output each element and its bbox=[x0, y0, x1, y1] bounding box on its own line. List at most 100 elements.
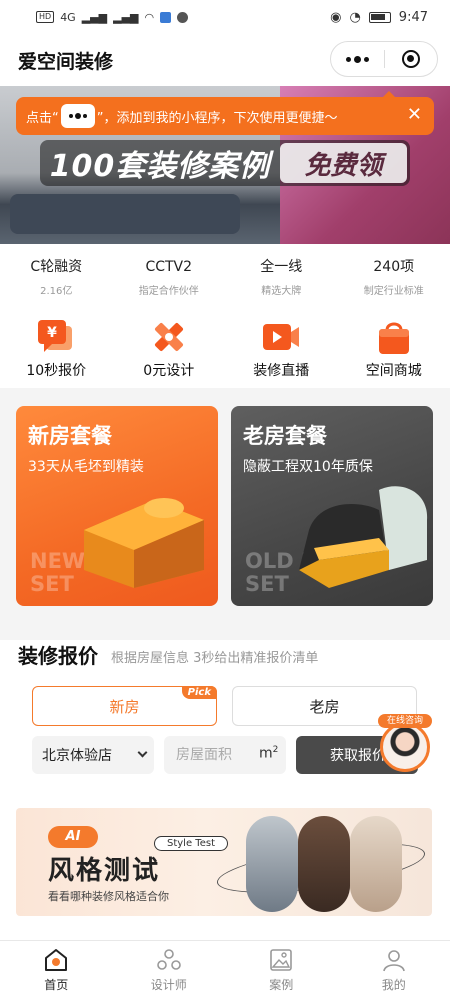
signal-icon: ▂▄▆ bbox=[81, 10, 108, 24]
banner-sofa-shape bbox=[10, 194, 240, 234]
shopping-bag-icon bbox=[378, 322, 409, 354]
tip-text-before: 点击“ bbox=[26, 110, 59, 126]
quick-item-mall[interactable]: 空间商城 bbox=[338, 318, 450, 382]
online-consult-button[interactable]: 在线咨询 bbox=[378, 714, 432, 776]
banner-headline-left: 100套装修案例 bbox=[49, 149, 271, 184]
ai-style-test-banner[interactable]: AI 风格测试 看看哪种装修风格适合你 Style Test bbox=[16, 808, 432, 916]
tip-more-icon bbox=[60, 104, 95, 128]
stat-item: CCTV2 指定合作伙伴 bbox=[113, 256, 226, 306]
tab-cases[interactable]: 案例 bbox=[225, 941, 338, 1000]
status-left: HD 4G ▂▄▆ ▂▄▆ ◠ bbox=[36, 10, 189, 24]
tip-text-after: ”，添加到我的小程序，下次使用更便捷～ bbox=[96, 110, 338, 126]
card-title: 新房套餐 bbox=[28, 424, 112, 448]
card-title: 老房套餐 bbox=[243, 424, 327, 448]
old-house-package-card[interactable]: 老房套餐 隐蔽工程双10年质保 OLD HOUSE SET bbox=[231, 406, 433, 606]
tab-label: 我的 bbox=[381, 978, 406, 992]
svg-text:¥: ¥ bbox=[47, 325, 57, 341]
close-miniprogram-button[interactable] bbox=[385, 42, 437, 76]
style-photo bbox=[246, 816, 298, 912]
stat-label: 精选大牌 bbox=[261, 286, 302, 297]
style-photo bbox=[350, 816, 402, 912]
unit-text: m bbox=[259, 745, 273, 762]
stat-item: 全一线 精选大牌 bbox=[225, 256, 338, 306]
home-icon bbox=[45, 949, 68, 971]
signal-label: 4G bbox=[60, 10, 76, 24]
banner-headline-right: 免费领 bbox=[280, 143, 407, 183]
tab-label: 老房 bbox=[309, 697, 340, 716]
page-title: 爱空间装修 bbox=[18, 50, 114, 73]
app-notification-icon bbox=[160, 11, 172, 23]
more-dots-icon bbox=[346, 56, 351, 62]
stat-value: CCTV2 bbox=[145, 259, 193, 275]
status-bar: HD 4G ▂▄▆ ▂▄▆ ◠ ◉ ◔ 9:47 bbox=[0, 0, 450, 34]
quick-label: 0元设计 bbox=[143, 363, 195, 379]
tip-close-icon[interactable]: ✕ bbox=[407, 106, 422, 124]
pick-badge: Pick bbox=[181, 686, 217, 699]
tab-profile[interactable]: 我的 bbox=[338, 941, 450, 1000]
profile-icon bbox=[382, 950, 405, 972]
mini-program-capsule bbox=[330, 41, 438, 77]
cases-icon bbox=[270, 949, 293, 971]
tab-label: 首页 bbox=[44, 978, 69, 992]
stat-label: 指定合作伙伴 bbox=[138, 286, 199, 297]
tab-home[interactable]: 首页 bbox=[0, 941, 113, 1000]
more-button[interactable] bbox=[331, 42, 384, 76]
consult-label: 在线咨询 bbox=[378, 714, 432, 728]
more-dots-icon bbox=[354, 55, 361, 63]
banner-headline: 100套装修案例 免费领 bbox=[40, 140, 410, 186]
quote-section-title: 装修报价 bbox=[18, 644, 98, 668]
battery-icon bbox=[368, 11, 391, 23]
ai-banner-title: 风格测试 bbox=[48, 856, 161, 886]
bottom-tab-bar: 首页 设计师 案例 我的 bbox=[0, 940, 450, 1000]
new-house-package-card[interactable]: 新房套餐 33天从毛坯到精装 NEW HOUSE SET bbox=[16, 406, 218, 606]
signal-icon-2: ▂▄▆ bbox=[113, 10, 139, 24]
quote-section-subtitle: 根据房屋信息 3秒给出精准报价清单 bbox=[111, 651, 319, 666]
card-subtitle: 33天从毛坯到精装 bbox=[28, 459, 144, 475]
tab-label: 案例 bbox=[269, 978, 294, 992]
area-unit: m2 bbox=[259, 745, 278, 762]
speed-icon: ◔ bbox=[349, 9, 361, 25]
add-miniprogram-tip: 点击“ ”，添加到我的小程序，下次使用更便捷～ ✕ bbox=[16, 91, 434, 135]
stat-value: 240项 bbox=[373, 259, 415, 275]
stat-value: C轮融资 bbox=[30, 259, 83, 275]
card-subtitle: 隐蔽工程双10年质保 bbox=[243, 459, 373, 475]
style-photo bbox=[298, 816, 350, 912]
quick-label: 装修直播 bbox=[253, 363, 310, 379]
tab-label: 新房 bbox=[109, 697, 140, 716]
stat-label: 2.16亿 bbox=[40, 286, 73, 297]
tab-label: 设计师 bbox=[150, 978, 187, 992]
live-video-icon bbox=[263, 324, 300, 350]
status-time: 9:47 bbox=[398, 9, 428, 25]
ai-tag: AI bbox=[48, 826, 98, 848]
quick-menu: ¥ 10秒报价 0元设计 装修直播 空间商城 bbox=[0, 318, 450, 382]
app-header: 爱空间装修 bbox=[0, 34, 450, 86]
puzzle-graphic-icon bbox=[84, 498, 204, 588]
quick-item-design[interactable]: 0元设计 bbox=[113, 318, 226, 382]
quick-item-live[interactable]: 装修直播 bbox=[225, 318, 338, 382]
eye-icon: ◉ bbox=[330, 9, 342, 25]
stat-item: 240项 制定行业标准 bbox=[338, 256, 450, 306]
stat-item: C轮融资 2.16亿 bbox=[0, 256, 113, 306]
stat-label: 制定行业标准 bbox=[363, 286, 424, 297]
status-right: ◉ ◔ 9:47 bbox=[330, 10, 428, 25]
wifi-icon: ◠ bbox=[144, 10, 155, 24]
design-tools-icon bbox=[154, 322, 183, 352]
store-select[interactable]: 北京体验店 bbox=[32, 736, 154, 774]
yen-quote-icon: ¥ bbox=[38, 320, 73, 352]
style-test-label: Style Test bbox=[154, 836, 228, 851]
target-close-icon bbox=[401, 50, 420, 68]
designer-icon bbox=[156, 949, 181, 970]
stat-value: 全一线 bbox=[260, 259, 303, 275]
store-value: 北京体验店 bbox=[42, 748, 112, 764]
network-badge: HD bbox=[36, 11, 55, 23]
style-photos bbox=[242, 814, 402, 914]
stats-row: C轮融资 2.16亿 CCTV2 指定合作伙伴 全一线 精选大牌 240项 制定… bbox=[0, 256, 450, 306]
house-type-new-tab[interactable]: 新房 Pick bbox=[32, 686, 217, 726]
quick-item-quote[interactable]: ¥ 10秒报价 bbox=[0, 318, 113, 382]
tab-designer[interactable]: 设计师 bbox=[113, 941, 226, 1000]
quick-label: 10秒报价 bbox=[26, 363, 87, 379]
puzzle-graphic-icon bbox=[299, 486, 428, 588]
message-icon bbox=[177, 11, 189, 23]
consultant-avatar bbox=[380, 722, 430, 772]
ai-banner-subtitle: 看看哪种装修风格适合你 bbox=[48, 890, 169, 903]
